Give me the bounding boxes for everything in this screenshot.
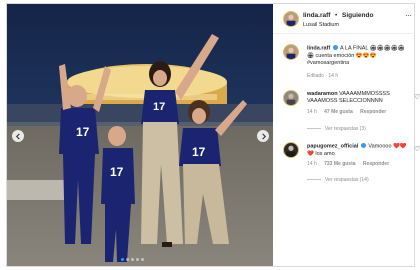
- author-username[interactable]: linda.raff: [303, 12, 330, 19]
- jersey-number-mother: 17: [153, 101, 165, 113]
- commenter-avatar[interactable]: [283, 90, 299, 106]
- jersey-number-child: 17: [110, 165, 124, 179]
- view-replies-button[interactable]: Ver respuestas (3): [307, 126, 366, 132]
- post-header: linda.raff • Siguiendo Lusail Stadium ··…: [273, 4, 415, 34]
- carousel-prev-button[interactable]: [12, 130, 24, 142]
- verified-badge-icon: [332, 45, 338, 50]
- family-stadium-photo: 17 17 17 17: [7, 4, 273, 266]
- carousel-next-button[interactable]: [257, 130, 269, 142]
- header-separator: •: [335, 12, 338, 19]
- replies-line: [307, 178, 321, 180]
- chevron-left-icon: [15, 133, 20, 139]
- heart-icon[interactable]: ♡: [414, 93, 420, 101]
- comment-item: wadaramon VAAAAMMMOSSSS VAAAMOSS SELECCI…: [273, 88, 420, 136]
- commenter-avatar[interactable]: [283, 142, 299, 158]
- jersey-number-girl: 17: [192, 145, 206, 159]
- heart-icon[interactable]: ♡: [414, 145, 420, 153]
- verified-badge-icon: [360, 143, 366, 148]
- reply-button[interactable]: Responder: [360, 109, 386, 115]
- carousel-dot: [136, 258, 139, 261]
- view-replies-button[interactable]: Ver respuestas (14): [307, 177, 369, 183]
- replies-line: [307, 127, 321, 129]
- carousel-dot: [121, 258, 124, 261]
- carousel-dots: [121, 258, 144, 261]
- author-avatar[interactable]: [283, 11, 299, 27]
- carousel-dot: [141, 258, 144, 261]
- post-location[interactable]: Lusail Stadium: [303, 22, 339, 28]
- view-replies-label: Ver respuestas (3): [325, 126, 366, 132]
- comment-time: 14 h: [307, 161, 317, 167]
- caption: linda.raff A LA FINAL 🏟🏟🏟🏟🏟🏟 cuenta emoc…: [273, 42, 415, 84]
- more-icon[interactable]: ···: [405, 11, 412, 20]
- reply-button[interactable]: Responder: [363, 161, 389, 167]
- comment-username[interactable]: papugomez_official: [307, 144, 358, 150]
- view-replies-label: Ver respuestas (14): [325, 177, 369, 183]
- post-photo[interactable]: 17 17 17 17: [7, 4, 273, 266]
- comment-time: 14 h: [307, 109, 317, 115]
- comment-likes[interactable]: 47 Me gusta: [324, 109, 353, 115]
- carousel-dot: [126, 258, 129, 261]
- instagram-post-card: 17 17 17 17 linda.raff • Siguiendo Lusai…: [6, 3, 420, 267]
- caption-meta: Editado · 14 h: [307, 73, 339, 79]
- comment-username[interactable]: wadaramon: [307, 91, 338, 97]
- jersey-number-boy: 17: [76, 125, 90, 139]
- comment-likes[interactable]: 733 Me gusta: [324, 161, 355, 167]
- comment-item: papugomez_official Vamoooo ❤️❤️❤️ los am…: [273, 140, 420, 190]
- following-button[interactable]: Siguiendo: [342, 12, 373, 19]
- caption-username[interactable]: linda.raff: [307, 46, 330, 52]
- comments-panel: linda.raff • Siguiendo Lusail Stadium ··…: [273, 4, 420, 266]
- carousel-dot: [131, 258, 134, 261]
- caption-avatar[interactable]: [283, 44, 299, 60]
- chevron-right-icon: [261, 133, 266, 139]
